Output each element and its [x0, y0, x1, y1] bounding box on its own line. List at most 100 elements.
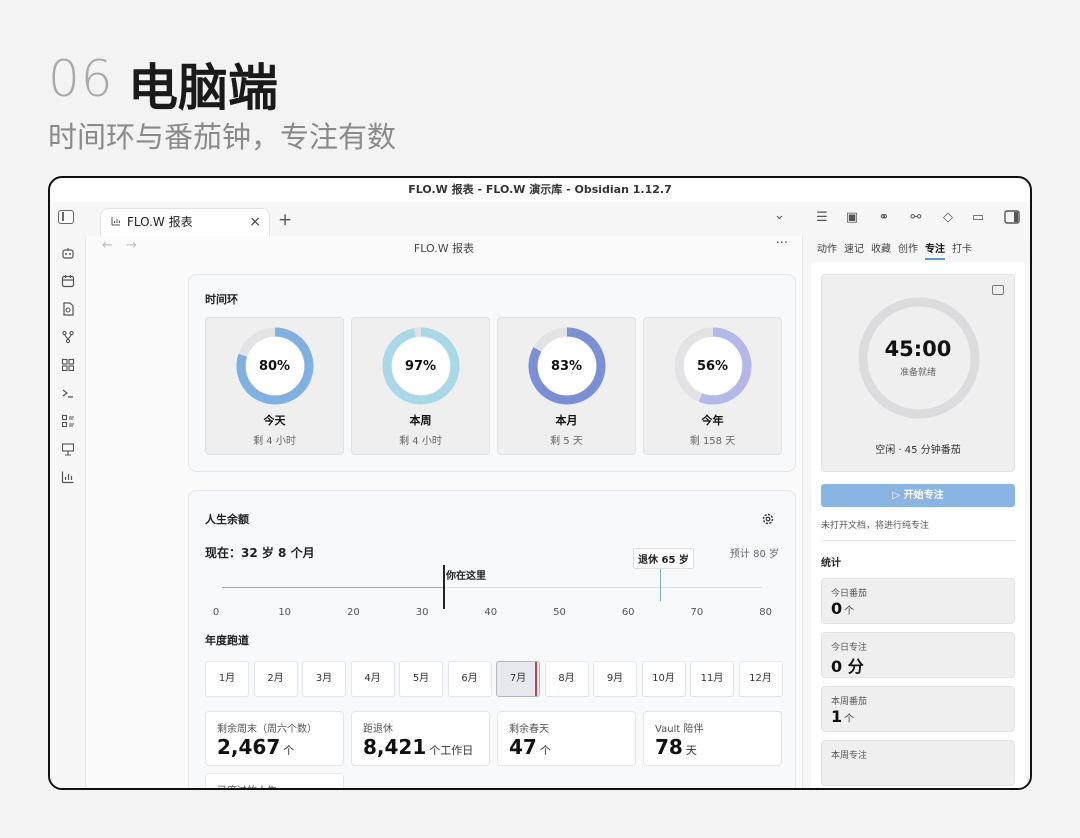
link-icon[interactable]: ⚭: [876, 210, 892, 226]
picture-in-picture-icon[interactable]: [992, 285, 1004, 295]
ring-remaining: 剩 5 天: [550, 436, 583, 447]
focus-stat-label: 本周专注: [831, 751, 868, 761]
tab-1[interactable]: 速记: [844, 240, 864, 255]
month-cell[interactable]: 4月: [350, 661, 395, 697]
current-day-marker: [535, 662, 537, 696]
focus-stat-card: 本周番茄 1 个: [821, 686, 1015, 732]
ring-remaining: 剩 158 天: [689, 436, 736, 447]
timeline-tick: 0: [212, 607, 220, 618]
focus-stat-number: 1: [831, 707, 843, 726]
archive-icon[interactable]: ▭: [970, 210, 986, 226]
calendar-icon[interactable]: [60, 274, 76, 290]
month-cell[interactable]: 12月: [738, 661, 783, 697]
stat-unit: 天: [685, 744, 697, 757]
ring-percent: 56%: [696, 359, 729, 374]
robot-icon[interactable]: [60, 246, 76, 262]
month-cell[interactable]: 10月: [641, 661, 686, 697]
close-icon[interactable]: ×: [249, 209, 261, 235]
month-cell[interactable]: 1月: [205, 661, 249, 697]
timer-display: 45:00: [884, 337, 952, 361]
tag-icon[interactable]: ◇: [940, 210, 956, 226]
month-cell[interactable]: 3月: [302, 661, 346, 697]
more-options-icon[interactable]: ···: [776, 236, 788, 251]
focus-stat-value: [831, 761, 833, 780]
month-label: 12月: [749, 673, 772, 684]
stat-number: 78: [655, 735, 683, 759]
timer-status: 准备就绪: [899, 368, 936, 378]
timeline-tick: 50: [553, 607, 566, 618]
month-label: 10月: [652, 673, 675, 684]
file-search-icon[interactable]: [60, 302, 76, 318]
focus-stat-value: 1个: [831, 707, 854, 726]
ring-remaining: 剩 4 小时: [253, 436, 296, 447]
robot-icon[interactable]: ▣: [844, 210, 860, 226]
retire-label: 退休 65 岁: [633, 548, 694, 569]
stat-number: 47: [509, 735, 537, 759]
focus-panel: 45:00 准备就绪 空闲 · 45 分钟番茄 ▷ 开始专注 未打开文档，将进行…: [811, 262, 1025, 788]
view-header: ← → FLO.W 报表 ···: [86, 236, 802, 258]
stat-label: Vault 陪伴: [655, 724, 704, 735]
tab-flow-report[interactable]: FLO.W 报表 ×: [100, 208, 270, 236]
retire-marker: [660, 567, 661, 601]
time-ring-3: 56% 今年剩 158 天: [643, 317, 782, 455]
tab-strip: FLO.W 报表 × + ⌄: [50, 202, 802, 236]
life-balance-title: 人生余额: [205, 513, 249, 526]
right-sidebar-toggle-icon[interactable]: [1004, 210, 1020, 226]
ring-percent: 83%: [550, 359, 583, 374]
month-cell[interactable]: 6月: [447, 661, 492, 697]
month-label: 7月: [509, 673, 527, 684]
list-grid-icon[interactable]: [60, 414, 76, 430]
time-ring-1: 97% 本周剩 4 小时: [351, 317, 490, 455]
focus-stat-card: 今日专注 0 分: [821, 632, 1015, 678]
month-cell[interactable]: 9月: [593, 661, 637, 697]
month-label: 1月: [218, 673, 236, 684]
list-icon[interactable]: ☰: [814, 210, 830, 226]
grid-icon[interactable]: [60, 358, 76, 374]
sidebar-toggle-icon[interactable]: [58, 210, 74, 224]
start-focus-button[interactable]: ▷ 开始专注: [821, 484, 1015, 507]
focus-stat-value: 0 分: [831, 653, 866, 677]
ring-percent: 97%: [404, 359, 437, 374]
month-cell[interactable]: 2月: [253, 661, 298, 697]
month-label: 5月: [412, 673, 430, 684]
right-toolbar: ☰ ▣ ⚭ ⚯ ◇ ▭: [802, 202, 1030, 236]
tab-3[interactable]: 创作: [898, 240, 918, 255]
terminal-icon[interactable]: [60, 386, 76, 402]
month-cell[interactable]: 5月: [399, 661, 443, 697]
new-tab-button[interactable]: +: [278, 210, 292, 230]
presentation-icon[interactable]: [60, 442, 76, 458]
ring-remaining: 剩 4 小时: [399, 436, 442, 447]
stat-number: 8,421: [363, 735, 427, 759]
app-window: FLO.W 报表 - FLO.W 演示库 - Obsidian 1.12.7 F…: [48, 176, 1032, 790]
tab-5[interactable]: 打卡: [952, 240, 972, 255]
bar-chart-icon[interactable]: [60, 470, 76, 486]
timeline-tick: 80: [759, 607, 772, 618]
month-cell[interactable]: 11月: [690, 661, 734, 697]
ring-label: 本周: [409, 414, 432, 427]
stat-label: 距退休: [363, 724, 393, 735]
tab-0[interactable]: 动作: [817, 240, 837, 255]
stat-unit: 个: [539, 744, 551, 757]
life-balance-card: 人生余额 现在：32 岁 8 个月 预计 80 岁 退休 65 岁 你在这里 0…: [188, 490, 796, 788]
month-cell[interactable]: 7月: [496, 661, 540, 697]
focus-stat-unit: 个: [844, 606, 855, 617]
git-branch-icon[interactable]: [60, 330, 76, 346]
pomodoro-timer: 45:00 准备就绪 空闲 · 45 分钟番茄: [821, 274, 1015, 472]
tab-label: FLO.W 报表: [127, 215, 193, 229]
month-label: 2月: [267, 673, 284, 684]
stat-value: 2,467 个: [217, 735, 294, 759]
focus-stat-label: 今日番茄: [831, 589, 868, 599]
timeline-tick: 70: [690, 607, 704, 618]
current-position-label: 你在这里: [446, 571, 486, 582]
tab-4[interactable]: 专注: [925, 240, 945, 260]
chevron-down-icon[interactable]: ⌄: [774, 208, 785, 223]
focus-stat-number: 0: [831, 599, 843, 618]
stats-title: 统计: [821, 558, 841, 569]
tab-2[interactable]: 收藏: [871, 240, 891, 255]
month-cell[interactable]: 8月: [544, 661, 589, 697]
stat-label: 剩余春天: [509, 724, 549, 735]
gear-icon[interactable]: [761, 511, 775, 530]
ring-label: 今天: [263, 414, 286, 427]
link-plus-icon[interactable]: ⚯: [908, 210, 924, 226]
main-editor: ← → FLO.W 报表 ··· 时间环 80% 今天剩 4 小时 97% 本周剩 4…: [86, 236, 802, 788]
